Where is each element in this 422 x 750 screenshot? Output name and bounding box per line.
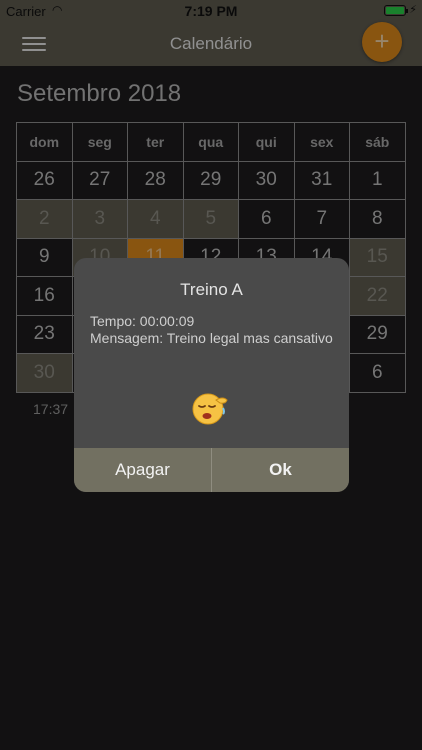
workout-dialog: Treino A Tempo: 00:00:09 Mensagem: Trein… (74, 258, 349, 492)
dialog-title: Treino A (180, 280, 243, 299)
ok-button[interactable]: Ok (211, 448, 349, 492)
dialog-body: Tempo: 00:00:09 Mensagem: Treino legal m… (90, 313, 335, 347)
dialog-message-line: Mensagem: Treino legal mas cansativo (90, 330, 333, 346)
dialog-actions: Apagar Ok (74, 448, 349, 492)
delete-button[interactable]: Apagar (74, 448, 211, 492)
tired-face-emoji-icon (192, 393, 228, 425)
dialog-time-line: Tempo: 00:00:09 (90, 313, 195, 329)
